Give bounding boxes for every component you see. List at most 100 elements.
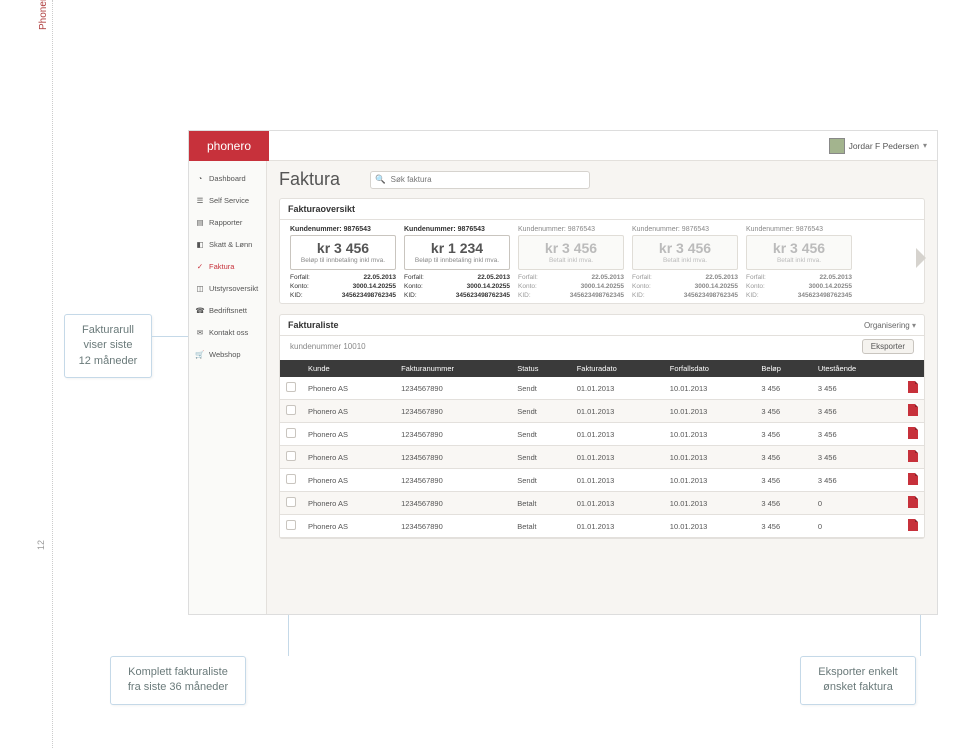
sub-label: kundenummer 10010 xyxy=(290,342,366,351)
nav-skatt[interactable]: ◧ Skatt & Lønn xyxy=(189,233,266,255)
pdf-icon[interactable] xyxy=(908,381,918,393)
callout-fakturarull: Fakturarull viser siste 12 måneder xyxy=(64,314,152,378)
invoice-card[interactable]: Kundenummer: 9876543kr 1 234Beløp til in… xyxy=(404,226,510,299)
table-row[interactable]: Phonero AS1234567890Betalt01.01.201310.0… xyxy=(280,492,924,515)
card-amount: kr 3 456 xyxy=(293,240,393,256)
table-row[interactable]: Phonero AS1234567890Sendt01.01.201310.01… xyxy=(280,446,924,469)
cell-dato: 01.01.2013 xyxy=(571,377,664,400)
card-box: kr 1 234Beløp til innbetaling inkl mva. xyxy=(404,235,510,270)
search-box[interactable]: 🔍 xyxy=(370,171,590,189)
table-row[interactable]: Phonero AS1234567890Sendt01.01.201310.01… xyxy=(280,400,924,423)
nav-label: Rapporter xyxy=(209,218,242,227)
col-kunde: Kunde xyxy=(302,360,395,377)
cell-status: Sendt xyxy=(511,423,571,446)
cell-utest: 3 456 xyxy=(812,423,902,446)
cell-nr: 1234567890 xyxy=(395,423,511,446)
nav-dashboard[interactable]: ◔ Dashboard xyxy=(189,167,266,189)
cell-utest: 0 xyxy=(812,492,902,515)
card-box: kr 3 456Beløp til innbetaling inkl mva. xyxy=(290,235,396,270)
cell-nr: 1234567890 xyxy=(395,400,511,423)
table-row[interactable]: Phonero AS1234567890Sendt01.01.201310.01… xyxy=(280,377,924,400)
table-row[interactable]: Phonero AS1234567890Betalt01.01.201310.0… xyxy=(280,515,924,538)
nav-label: Skatt & Lønn xyxy=(209,240,252,249)
pdf-icon[interactable] xyxy=(908,427,918,439)
panel-fakturaliste: Fakturaliste Organisering ▾ kundenummer … xyxy=(279,314,925,539)
nav-label: Faktura xyxy=(209,262,234,271)
sidebar: ◔ Dashboard ☰Self Service ▤ Rapporter ◧ Ska… xyxy=(189,161,267,614)
cell-dato: 01.01.2013 xyxy=(571,515,664,538)
nav-label: Dashboard xyxy=(209,174,246,183)
app-window: phonero Jordar F Pedersen ▾ ◔ Dashboard ☰… xyxy=(188,130,938,615)
cell-dato: 01.01.2013 xyxy=(571,400,664,423)
row-checkbox[interactable] xyxy=(286,428,296,438)
cell-forfall: 10.01.2013 xyxy=(664,469,756,492)
cell-forfall: 10.01.2013 xyxy=(664,446,756,469)
cart-icon: 🛒 xyxy=(195,349,205,359)
invoice-card[interactable]: Kundenummer: 9876543kr 3 456Betalt inkl … xyxy=(518,226,624,299)
card-konto: Konto:3000.14.20255 xyxy=(518,283,624,290)
card-box: kr 3 456Betalt inkl mva. xyxy=(632,235,738,270)
cell-kunde: Phonero AS xyxy=(302,515,395,538)
row-checkbox[interactable] xyxy=(286,382,296,392)
nav-webshop[interactable]: 🛒 Webshop xyxy=(189,343,266,365)
table-row[interactable]: Phonero AS1234567890Sendt01.01.201310.01… xyxy=(280,423,924,446)
cell-utest: 3 456 xyxy=(812,400,902,423)
row-checkbox[interactable] xyxy=(286,474,296,484)
nav-rapporter[interactable]: ▤ Rapporter xyxy=(189,211,266,233)
pdf-icon[interactable] xyxy=(908,496,918,508)
row-checkbox[interactable] xyxy=(286,497,296,507)
cell-kunde: Phonero AS xyxy=(302,423,395,446)
tax-icon: ◧ xyxy=(195,239,205,249)
col-nr: Fakturanummer xyxy=(395,360,511,377)
user-name: Jordar F Pedersen xyxy=(849,141,919,151)
pdf-icon[interactable] xyxy=(908,519,918,531)
user-menu[interactable]: Jordar F Pedersen ▾ xyxy=(829,138,927,154)
row-checkbox[interactable] xyxy=(286,451,296,461)
cell-belop: 3 456 xyxy=(755,400,812,423)
cell-forfall: 10.01.2013 xyxy=(664,377,756,400)
search-input[interactable] xyxy=(389,174,585,185)
col-belop: Beløp xyxy=(755,360,812,377)
nav-label: Kontakt oss xyxy=(209,328,248,337)
organisering-dropdown[interactable]: Organisering ▾ xyxy=(864,321,916,330)
callout-text: fra siste 36 måneder xyxy=(128,681,228,693)
nav-faktura[interactable]: ✓Faktura xyxy=(189,255,266,277)
nav-utstyr[interactable]: ◫Utstyrsoversikt xyxy=(189,277,266,299)
nav-kontakt[interactable]: ✉Kontakt oss xyxy=(189,321,266,343)
invoice-card[interactable]: Kundenummer: 9876543kr 3 456Betalt inkl … xyxy=(632,226,738,299)
logo[interactable]: phonero xyxy=(189,131,269,161)
chevron-right-icon[interactable] xyxy=(916,248,926,268)
col-status: Status xyxy=(511,360,571,377)
chevron-down-icon: ▾ xyxy=(923,141,927,150)
invoice-card[interactable]: Kundenummer: 9876543kr 3 456Beløp til in… xyxy=(290,226,396,299)
pdf-icon[interactable] xyxy=(908,473,918,485)
card-subtext: Beløp til innbetaling inkl mva. xyxy=(293,257,393,264)
export-button[interactable]: Eksporter xyxy=(862,339,914,354)
nav-bedriftsnett[interactable]: ☎Bedriftsnett xyxy=(189,299,266,321)
panel-title: Fakturaoversikt xyxy=(288,204,355,214)
cell-belop: 3 456 xyxy=(755,515,812,538)
gauge-icon: ◔ xyxy=(195,173,205,183)
cell-forfall: 10.01.2013 xyxy=(664,423,756,446)
cell-belop: 3 456 xyxy=(755,446,812,469)
document-icon: ▤ xyxy=(195,217,205,227)
page-number: 12 xyxy=(36,540,46,550)
pdf-icon[interactable] xyxy=(908,450,918,462)
card-box: kr 3 456Betalt inkl mva. xyxy=(518,235,624,270)
callout-connector xyxy=(288,614,289,656)
page-title: Faktura xyxy=(279,169,340,190)
row-checkbox[interactable] xyxy=(286,520,296,530)
invoice-card[interactable]: Kundenummer: 9876543kr 3 456Betalt inkl … xyxy=(746,226,852,299)
card-konto: Konto:3000.14.20255 xyxy=(290,283,396,290)
nav-label: Bedriftsnett xyxy=(209,306,247,315)
person-icon: ☰ xyxy=(195,195,205,205)
nav-label: Webshop xyxy=(209,350,241,359)
document-brand-label: Phonero Bedriftsportal xyxy=(38,0,49,30)
cell-utest: 3 456 xyxy=(812,446,902,469)
pdf-icon[interactable] xyxy=(908,404,918,416)
col-dato: Fakturadato xyxy=(571,360,664,377)
nav-selfservice[interactable]: ☰Self Service xyxy=(189,189,266,211)
card-subtext: Betalt inkl mva. xyxy=(749,257,849,264)
row-checkbox[interactable] xyxy=(286,405,296,415)
table-row[interactable]: Phonero AS1234567890Sendt01.01.201310.01… xyxy=(280,469,924,492)
